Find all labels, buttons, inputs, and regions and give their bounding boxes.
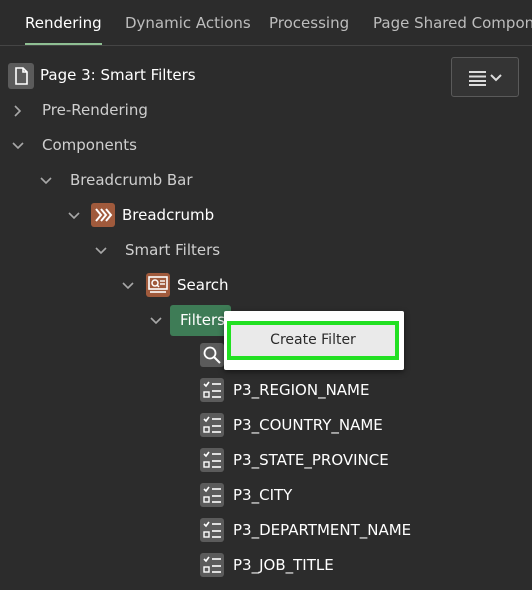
checklist-icon bbox=[200, 378, 224, 402]
checklist-icon bbox=[200, 483, 224, 507]
tree-node-filters[interactable]: Filters bbox=[170, 305, 231, 336]
tab-page-shared-components[interactable]: Page Shared Componer bbox=[373, 0, 532, 45]
tree-node-filter-item[interactable]: P3_JOB_TITLE bbox=[200, 548, 500, 583]
chevron-right-icon[interactable] bbox=[12, 105, 24, 117]
tree-label: P3_JOB_TITLE bbox=[233, 556, 334, 574]
checklist-icon bbox=[200, 448, 224, 472]
checklist-icon bbox=[200, 553, 224, 577]
tree-node-filter-item[interactable]: P3_CITY bbox=[200, 478, 500, 513]
tree-label: P3_STATE_PROVINCE bbox=[233, 451, 389, 469]
tree-node-page[interactable]: Page 3: Smart Filters bbox=[0, 58, 440, 93]
search-item-icon bbox=[200, 343, 224, 367]
tree-label: Breadcrumb bbox=[122, 206, 215, 224]
chevron-down-icon[interactable] bbox=[95, 245, 107, 257]
chevron-down-icon[interactable] bbox=[122, 280, 134, 292]
tree-label: P3_CITY bbox=[233, 486, 293, 504]
tree-node-components[interactable]: Components bbox=[0, 128, 300, 163]
checklist-icon bbox=[200, 413, 224, 437]
chevron-down-icon[interactable] bbox=[150, 315, 162, 327]
tree-label: Filters bbox=[180, 311, 225, 329]
tab-dynamic-actions[interactable]: Dynamic Actions bbox=[125, 0, 251, 45]
tree-node-breadcrumb-bar[interactable]: Breadcrumb Bar bbox=[0, 163, 300, 198]
tree-label: Breadcrumb Bar bbox=[70, 171, 193, 189]
chevron-down-icon[interactable] bbox=[68, 210, 80, 222]
search-region-icon bbox=[146, 273, 170, 297]
page-icon bbox=[8, 63, 34, 89]
menu-item-label: Create Filter bbox=[270, 332, 356, 348]
checklist-icon bbox=[200, 518, 224, 542]
context-menu: Create Filter bbox=[224, 311, 404, 370]
tab-bar: Rendering Dynamic Actions Processing Pag… bbox=[0, 0, 532, 46]
tree-node-smart-filters[interactable]: Smart Filters bbox=[0, 233, 300, 268]
tab-rendering[interactable]: Rendering bbox=[25, 0, 102, 45]
create-filter-menu-item[interactable]: Create Filter bbox=[227, 321, 399, 360]
tree-node-filter-item[interactable]: P3_COUNTRY_NAME bbox=[200, 408, 500, 443]
tree-label: Search bbox=[177, 276, 229, 294]
tree-label: Smart Filters bbox=[125, 241, 221, 259]
breadcrumb-icon bbox=[91, 203, 115, 227]
tree-node-search[interactable]: Search bbox=[0, 268, 300, 303]
tree-label: Pre-Rendering bbox=[42, 101, 148, 119]
tree-label: P3_COUNTRY_NAME bbox=[233, 416, 383, 434]
tab-processing[interactable]: Processing bbox=[269, 0, 349, 45]
tree-label: P3_REGION_NAME bbox=[233, 381, 370, 399]
chevron-down-icon[interactable] bbox=[12, 140, 24, 152]
chevron-down-icon[interactable] bbox=[40, 175, 52, 187]
tree-node-filter-item[interactable]: P3_STATE_PROVINCE bbox=[200, 443, 500, 478]
tree-label: Components bbox=[42, 136, 137, 154]
tree-node-breadcrumb[interactable]: Breadcrumb bbox=[0, 198, 300, 233]
tree-node-filter-item[interactable]: P3_DEPARTMENT_NAME bbox=[200, 513, 500, 548]
page-title: Page 3: Smart Filters bbox=[40, 66, 196, 84]
tree-menu-button[interactable] bbox=[451, 57, 519, 97]
menu-icon bbox=[469, 71, 502, 86]
tree-label: P3_DEPARTMENT_NAME bbox=[233, 521, 412, 539]
tree-node-filter-item[interactable]: P3_REGION_NAME bbox=[200, 373, 500, 408]
tree-node-pre-rendering[interactable]: Pre-Rendering bbox=[0, 93, 300, 128]
